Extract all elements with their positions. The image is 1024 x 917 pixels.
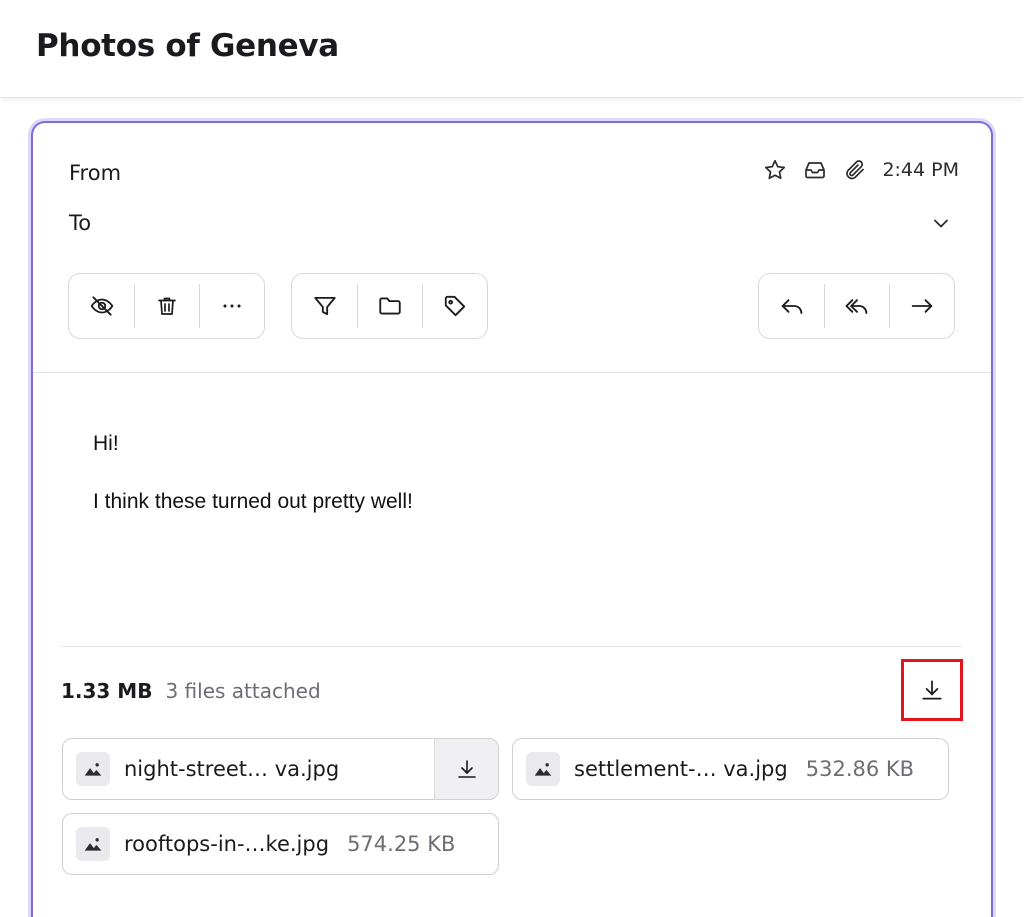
message-subject: Photos of Geneva: [36, 28, 339, 64]
reply-all-button[interactable]: [824, 274, 889, 338]
image-icon: [76, 752, 110, 786]
attachment-file[interactable]: settlement-… va.jpg 532.86 KB: [512, 738, 949, 800]
star-icon[interactable]: [762, 157, 788, 183]
header-divider: [33, 372, 991, 373]
attachments-summary: 1.33 MB 3 files attached: [61, 679, 321, 703]
image-icon: [526, 752, 560, 786]
tag-icon: [442, 293, 468, 319]
body-line-1: Hi!: [93, 432, 119, 455]
move-to-folder-button[interactable]: [357, 274, 422, 338]
message-card: From To 2:44 PM Hi! I think these turned…: [31, 121, 993, 917]
to-label[interactable]: To: [69, 211, 91, 235]
inbox-icon[interactable]: [802, 157, 828, 183]
message-body: Hi! I think these turned out pretty well…: [93, 431, 413, 547]
reply-button[interactable]: [759, 274, 824, 338]
forward-icon: [908, 292, 936, 320]
forward-button[interactable]: [889, 274, 954, 338]
from-label[interactable]: From: [69, 161, 121, 185]
body-line-2: I think these turned out pretty well!: [93, 490, 413, 513]
download-icon: [455, 757, 479, 781]
attachments-count: 3 files attached: [165, 679, 321, 703]
filter-icon: [312, 293, 338, 319]
download-icon: [919, 677, 945, 703]
message-time: 2:44 PM: [882, 159, 959, 181]
reply-all-icon: [843, 292, 871, 320]
attachment-download-button[interactable]: [434, 739, 498, 799]
label-button[interactable]: [422, 274, 487, 338]
more-icon: [219, 293, 245, 319]
image-icon: [76, 827, 110, 861]
mark-unread-button[interactable]: [69, 274, 134, 338]
filter-button[interactable]: [292, 274, 357, 338]
attachment-name: rooftops-in-…ke.jpg: [124, 832, 330, 856]
attachments-divider: [61, 646, 961, 647]
download-all-button[interactable]: [901, 659, 963, 721]
attachment-file[interactable]: night-street… va.jpg: [62, 738, 499, 800]
header: Photos of Geneva: [0, 0, 1024, 98]
message-meta: 2:44 PM: [762, 157, 959, 183]
eye-off-icon: [89, 293, 115, 319]
more-button[interactable]: [199, 274, 264, 338]
attachment-size: 574.25 KB: [347, 832, 456, 856]
attachment-name: settlement-… va.jpg: [574, 757, 788, 781]
attachment-file[interactable]: rooftops-in-…ke.jpg 574.25 KB: [62, 813, 499, 875]
attachment-name: night-street… va.jpg: [124, 757, 340, 781]
attachment-size: 532.86 KB: [805, 757, 915, 781]
paperclip-icon[interactable]: [842, 157, 868, 183]
attachments-total-size: 1.33 MB: [61, 679, 153, 703]
organize-actions-group: [291, 273, 488, 339]
reply-icon: [778, 292, 806, 320]
reply-actions-group: [758, 273, 955, 339]
message-actions-group: [68, 273, 265, 339]
folder-icon: [377, 293, 403, 319]
delete-button[interactable]: [134, 274, 199, 338]
chevron-down-icon[interactable]: [929, 211, 953, 235]
trash-icon: [155, 294, 179, 318]
